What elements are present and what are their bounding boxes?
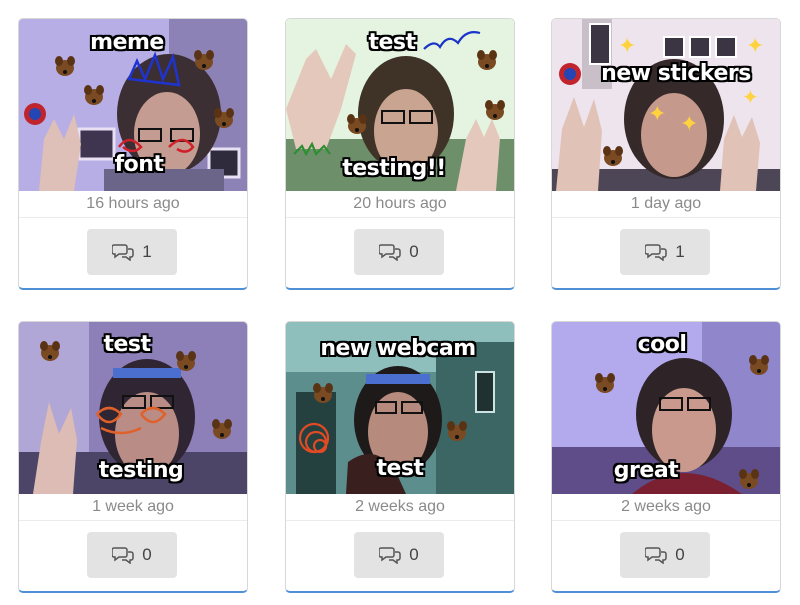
sparkles-icon: ✦ xyxy=(648,101,667,126)
comment-count: 1 xyxy=(142,242,152,261)
comments-button[interactable]: 1 xyxy=(87,229,177,275)
dog-sticker-icon xyxy=(191,47,217,73)
dog-sticker-icon xyxy=(444,418,470,444)
dog-sticker-icon xyxy=(81,82,107,108)
dog-sticker-icon xyxy=(310,380,336,406)
caption-bottom: great xyxy=(613,458,679,483)
post-image[interactable]: new webcam test xyxy=(286,322,514,494)
sparkles-icon: ✦ xyxy=(746,33,765,58)
speech-bubbles-icon xyxy=(379,546,402,564)
dog-sticker-icon xyxy=(209,416,235,442)
dog-sticker-icon xyxy=(482,97,508,123)
post-image[interactable]: test testing!! xyxy=(286,19,514,191)
post-timestamp: 2 weeks ago xyxy=(286,494,514,521)
dog-sticker-icon xyxy=(52,53,78,79)
post-image[interactable]: cool great xyxy=(552,322,780,494)
dog-sticker-icon xyxy=(746,352,772,378)
comment-count: 1 xyxy=(675,242,685,261)
dog-sticker-icon xyxy=(37,338,63,364)
post-card[interactable]: cool great 2 weeks ago 0 xyxy=(551,321,781,593)
caption-top: meme xyxy=(90,30,164,55)
post-image[interactable]: new stickers ✦ ✦ ✦ ✦ ✦ xyxy=(552,19,780,191)
post-grid: meme font 16 hours ago 1 test testing!! … xyxy=(0,0,800,605)
caption-top: test xyxy=(368,30,416,55)
caption-bottom: font xyxy=(114,152,164,177)
dog-sticker-icon xyxy=(474,47,500,73)
post-card[interactable]: new stickers ✦ ✦ ✦ ✦ ✦ 1 day ago 1 xyxy=(551,18,781,290)
sparkles-icon: ✦ xyxy=(618,33,637,58)
caption-top: cool xyxy=(637,332,687,357)
dog-sticker-icon xyxy=(173,348,199,374)
speech-bubbles-icon xyxy=(645,243,668,261)
post-timestamp: 2 weeks ago xyxy=(552,494,780,521)
speech-bubbles-icon xyxy=(112,243,135,261)
sparkles-icon: ✦ xyxy=(680,111,699,136)
caption-bottom: test xyxy=(376,456,424,481)
post-card[interactable]: test testing 1 week ago 0 xyxy=(18,321,248,593)
sparkles-icon: ✦ xyxy=(742,87,759,109)
dog-sticker-icon xyxy=(211,105,237,131)
comment-count: 0 xyxy=(409,545,419,564)
comment-count: 0 xyxy=(409,242,419,261)
comments-button[interactable]: 0 xyxy=(354,229,444,275)
dog-sticker-icon xyxy=(736,466,762,492)
dog-sticker-icon xyxy=(600,143,626,169)
post-card[interactable]: test testing!! 20 hours ago 0 xyxy=(285,18,515,290)
comments-button[interactable]: 0 xyxy=(354,532,444,578)
post-card[interactable]: meme font 16 hours ago 1 xyxy=(18,18,248,290)
comment-count: 0 xyxy=(675,545,685,564)
post-card[interactable]: new webcam test 2 weeks ago 0 xyxy=(285,321,515,593)
caption-bottom: testing xyxy=(98,458,184,483)
post-image[interactable]: meme font xyxy=(19,19,247,191)
comments-button[interactable]: 0 xyxy=(620,532,710,578)
caption-bottom: testing!! xyxy=(342,156,446,181)
post-image[interactable]: test testing xyxy=(19,322,247,494)
comments-button[interactable]: 1 xyxy=(620,229,710,275)
post-timestamp: 20 hours ago xyxy=(286,191,514,218)
comments-button[interactable]: 0 xyxy=(87,532,177,578)
speech-bubbles-icon xyxy=(379,243,402,261)
dog-sticker-icon xyxy=(344,111,370,137)
dog-sticker-icon xyxy=(592,370,618,396)
comment-count: 0 xyxy=(142,545,152,564)
speech-bubbles-icon xyxy=(645,546,668,564)
post-timestamp: 1 day ago xyxy=(552,191,780,218)
speech-bubbles-icon xyxy=(112,546,135,564)
caption-top: test xyxy=(103,332,151,357)
caption-top: new stickers xyxy=(601,61,751,86)
post-timestamp: 1 week ago xyxy=(19,494,247,521)
post-timestamp: 16 hours ago xyxy=(19,191,247,218)
caption-top: new webcam xyxy=(320,336,476,361)
